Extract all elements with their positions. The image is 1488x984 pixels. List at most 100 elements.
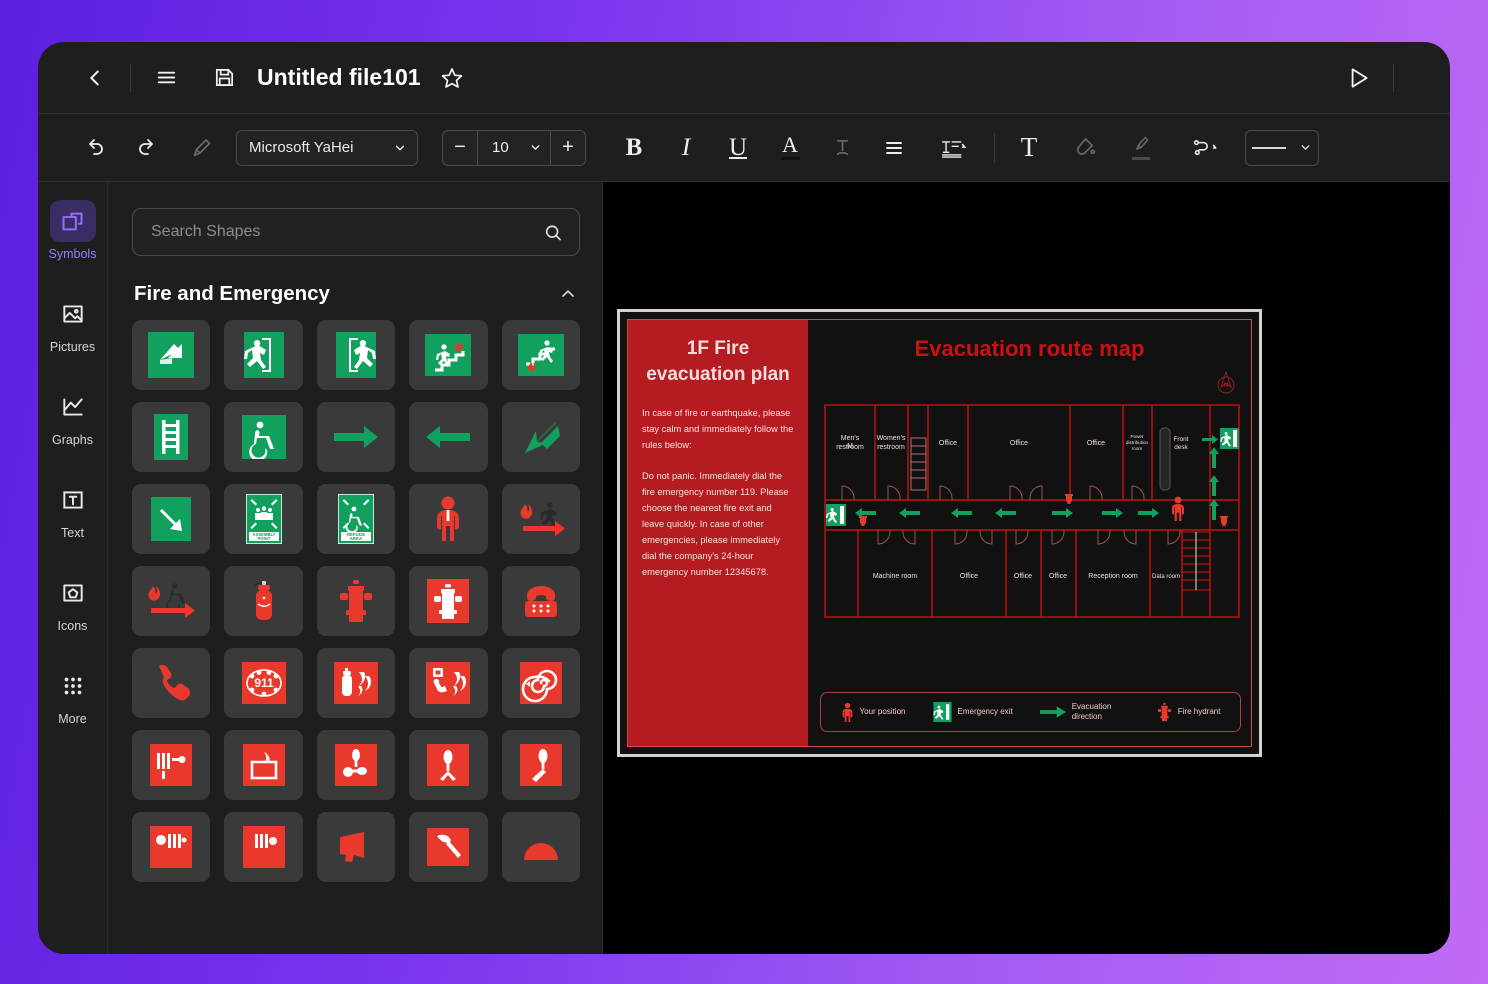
shape-valve-assembly[interactable] [316,730,396,800]
shape-fire-stairs-left[interactable] [501,320,580,390]
font-size-decrease[interactable]: − [443,131,477,165]
bold-button[interactable]: B [614,128,654,168]
canvas-area[interactable]: 1F Fire evacuation plan In case of fire … [603,182,1450,954]
shape-manual-call-point[interactable] [409,648,488,718]
search-icon[interactable] [543,222,563,243]
format-painter-button[interactable] [182,128,222,168]
undo-icon [89,138,103,155]
sidebar-item-graphs[interactable]: Graphs [40,380,106,451]
arrow-down-left-green-icon [524,422,560,453]
shape-fire-hose-reel[interactable] [501,648,580,718]
shape-assembly-point[interactable]: ASSEMBLY POINT [224,484,303,554]
wheelchair-accessible-icon [241,415,286,459]
shape-wheelchair-accessible[interactable] [224,402,303,472]
legend-label: Evacuation direction [1071,702,1112,721]
line-color-button[interactable] [1121,128,1161,168]
shape-fire-stairs-right[interactable] [409,320,488,390]
shape-fire-hydrant[interactable] [316,566,396,636]
font-size-select[interactable]: 10 [477,130,551,165]
search-shapes-box[interactable] [132,208,580,256]
shape-fire-axe[interactable] [409,812,488,882]
chevron-up-icon[interactable] [558,284,578,304]
back-button[interactable] [78,61,112,95]
shape-arrow-down-right-green[interactable] [132,484,211,554]
search-input[interactable] [151,223,544,241]
shape-arrow-down-left-green[interactable] [501,402,580,472]
shape-exit-direction-arrow[interactable] [132,320,211,390]
shape-alarm-bell[interactable] [132,730,211,800]
paint-brush-icon [1136,136,1149,150]
extinguisher-flame-sign-icon [333,662,378,704]
svg-text:distribution: distribution [1126,440,1149,445]
shape-arrow-right-green[interactable] [316,402,396,472]
titlebar-divider-right [1393,63,1394,92]
shape-fire-extinguisher[interactable] [224,566,303,636]
italic-button[interactable]: I [666,128,706,168]
category-header[interactable]: Fire and Emergency [134,282,578,306]
svg-text:N: N [1224,383,1228,389]
underline-button[interactable]: U [718,128,758,168]
undo-button[interactable] [74,128,114,168]
font-family-select[interactable]: Microsoft YaHei [236,129,418,166]
fill-color-button[interactable] [1065,128,1105,168]
fire-escape-wheelchair-icon [148,583,196,618]
fire-hydrant-icon [1157,702,1171,722]
font-color-button[interactable]: A [770,128,810,168]
person-red-icon [842,702,852,722]
favorite-button[interactable] [435,61,469,95]
picture-icon [62,305,83,323]
evacuation-poster[interactable]: 1F Fire evacuation plan In case of fire … [617,309,1262,757]
shape-emergency-exit-left[interactable] [316,320,396,390]
hydrant-valve-icon [519,744,562,786]
emergency-exit-icon [932,702,952,722]
format-toolbar: Microsoft YaHei − 10 + B I U A T [38,114,1450,182]
line-spacing-button[interactable] [926,128,980,168]
shape-sprinkler-valve[interactable] [409,730,488,800]
shape-fire-escape-wheelchair[interactable] [132,566,211,636]
align-button[interactable] [874,128,914,168]
sidebar-item-symbols[interactable]: Symbols [40,194,106,265]
shape-alarm-strobe[interactable] [224,812,303,882]
shape-person-red[interactable] [409,484,488,554]
shape-hydrant-valve[interactable] [501,730,580,800]
save-button[interactable] [207,61,241,95]
toolbar-divider [994,132,995,163]
text-box-icon-box [50,479,96,521]
shape-emergency-telephone[interactable] [501,566,580,636]
chart-line-icon [62,398,83,416]
sidebar-item-more[interactable]: More [40,659,106,730]
font-color-label: A [782,131,798,157]
insert-text-button[interactable]: T [1009,128,1049,168]
shape-phone-handset[interactable] [132,648,211,718]
shape-emergency-exit-right[interactable] [224,320,303,390]
shape-fire-ladder[interactable] [132,402,211,472]
present-button[interactable] [1341,61,1375,95]
poster-left-panel: 1F Fire evacuation plan In case of fire … [628,320,808,746]
shape-megaphone[interactable] [316,812,396,882]
shape-call-911[interactable]: 911 [224,648,303,718]
sidebar-label-graphs: Graphs [52,433,93,447]
shape-alarm-panel[interactable] [132,812,211,882]
connector-button[interactable] [1177,128,1231,168]
connector-icon [1193,139,1217,155]
sidebar-item-icons[interactable]: Icons [40,566,106,637]
svg-text:restroom: restroom [836,444,864,451]
redo-button[interactable] [128,128,168,168]
shape-fire-hydrant-sign[interactable] [409,566,488,636]
valve-assembly-icon [334,744,377,786]
shape-fire-escape-running[interactable] [501,484,580,554]
strikethrough-button[interactable] [822,128,862,168]
format-painter-icon [193,138,211,156]
shape-refuge-area[interactable]: REFUGE AREA [316,484,396,554]
sidebar-item-pictures[interactable]: Pictures [40,287,106,358]
shapes-panel: Fire and Emergency [108,182,603,954]
shape-extinguisher-flame-sign[interactable] [316,648,396,718]
sidebar-item-text[interactable]: Text [40,473,106,544]
shape-fire-dome-light[interactable] [501,812,580,882]
shape-arrow-left-green[interactable] [409,402,488,472]
menu-button[interactable] [149,61,183,95]
font-size-increase[interactable]: + [551,131,585,165]
line-style-select[interactable] [1245,129,1319,166]
svg-text:restroom: restroom [877,444,905,451]
shape-fire-blanket[interactable] [224,730,303,800]
